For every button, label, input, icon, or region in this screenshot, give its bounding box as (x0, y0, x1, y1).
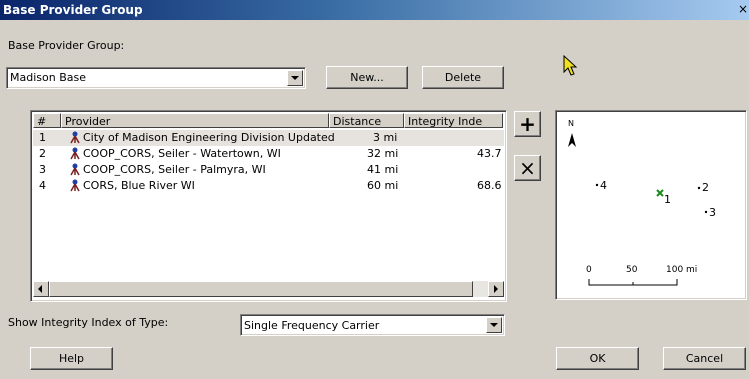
base-provider-group-select[interactable]: Madison Base (6, 67, 306, 89)
row-number: 2 (39, 147, 46, 160)
row-provider: COOP_CORS, Seiler - Watertown, WI (83, 147, 281, 160)
row-provider: CORS, Blue River WI (83, 179, 195, 192)
map-point-label: 3 (709, 206, 716, 219)
base-provider-group-value: Madison Base (10, 71, 86, 84)
dropdown-arrow-icon[interactable] (287, 70, 303, 86)
dropdown-arrow-icon[interactable] (486, 317, 502, 333)
remove-provider-button[interactable]: × (514, 155, 541, 181)
scroll-left-icon[interactable] (33, 281, 49, 297)
scale-label: 100 mi (666, 265, 698, 275)
horizontal-scrollbar[interactable] (33, 281, 504, 297)
row-provider: City of Madison Engineering Division Upd… (83, 131, 335, 144)
title-bar: Base Provider Group × (0, 0, 749, 20)
row-integrity: 43.7 (477, 147, 502, 160)
add-provider-button[interactable]: + (514, 111, 541, 137)
scale-label: 0 (586, 265, 592, 275)
map-point-dot (595, 183, 599, 187)
survey-antenna-icon (70, 131, 80, 144)
map-point-label: 2 (702, 181, 709, 194)
row-number: 4 (39, 179, 46, 192)
row-provider: COOP_CORS, Seiler - Palmyra, WI (83, 163, 266, 176)
scale-label: 50 (626, 265, 638, 275)
row-distance: 41 mi (367, 163, 399, 176)
map-point-label: 1 (664, 193, 671, 206)
row-distance: 32 mi (367, 147, 399, 160)
provider-map[interactable]: N 4 1 2 3 0 50 100 mi (555, 110, 747, 300)
row-distance: 60 mi (367, 179, 399, 192)
table-row[interactable]: 4 CORS, Blue River WI 60 mi 68.6 (33, 178, 504, 194)
provider-table[interactable]: # Provider Distance Integrity Inde 1 Cit… (30, 110, 507, 302)
integrity-type-select[interactable]: Single Frequency Carrier (240, 314, 505, 336)
close-button[interactable]: × (738, 2, 748, 16)
new-button[interactable]: New... (326, 66, 408, 89)
north-arrow-icon (568, 133, 576, 147)
delete-button[interactable]: Delete (422, 66, 504, 89)
base-marker-icon (656, 189, 664, 197)
ok-button[interactable]: OK (556, 347, 639, 370)
survey-antenna-icon (70, 147, 80, 160)
map-canvas: N (568, 119, 708, 286)
integrity-type-label: Show Integrity Index of Type: (8, 316, 169, 329)
cancel-button[interactable]: Cancel (663, 347, 746, 370)
map-point-dot (697, 186, 701, 190)
table-row[interactable]: 2 COOP_CORS, Seiler - Watertown, WI 32 m… (33, 146, 504, 162)
north-label: N (568, 119, 574, 128)
survey-antenna-icon (70, 163, 80, 176)
window-title: Base Provider Group (3, 3, 143, 17)
scroll-right-icon[interactable] (488, 281, 504, 297)
row-number: 3 (39, 163, 46, 176)
table-row[interactable]: 3 COOP_CORS, Seiler - Palmyra, WI 41 mi (33, 162, 504, 178)
table-row[interactable]: 1 City of Madison Engineering Division U… (33, 130, 504, 146)
column-header-integrity[interactable]: Integrity Inde (404, 113, 503, 128)
pointer-cursor-icon (563, 55, 578, 76)
row-distance: 3 mi (373, 131, 398, 144)
scale-bar (588, 279, 678, 286)
map-point-dot (704, 210, 708, 214)
integrity-type-value: Single Frequency Carrier (244, 319, 380, 332)
map-point-label: 4 (600, 179, 607, 192)
help-button[interactable]: Help (30, 347, 113, 370)
column-header-provider[interactable]: Provider (61, 113, 329, 128)
column-header-distance[interactable]: Distance (329, 113, 404, 128)
base-provider-group-label: Base Provider Group: (8, 39, 125, 52)
column-header-number[interactable]: # (33, 113, 61, 128)
row-integrity: 68.6 (477, 179, 502, 192)
scroll-thumb[interactable] (49, 281, 473, 297)
row-number: 1 (39, 131, 46, 144)
survey-antenna-icon (70, 179, 80, 192)
